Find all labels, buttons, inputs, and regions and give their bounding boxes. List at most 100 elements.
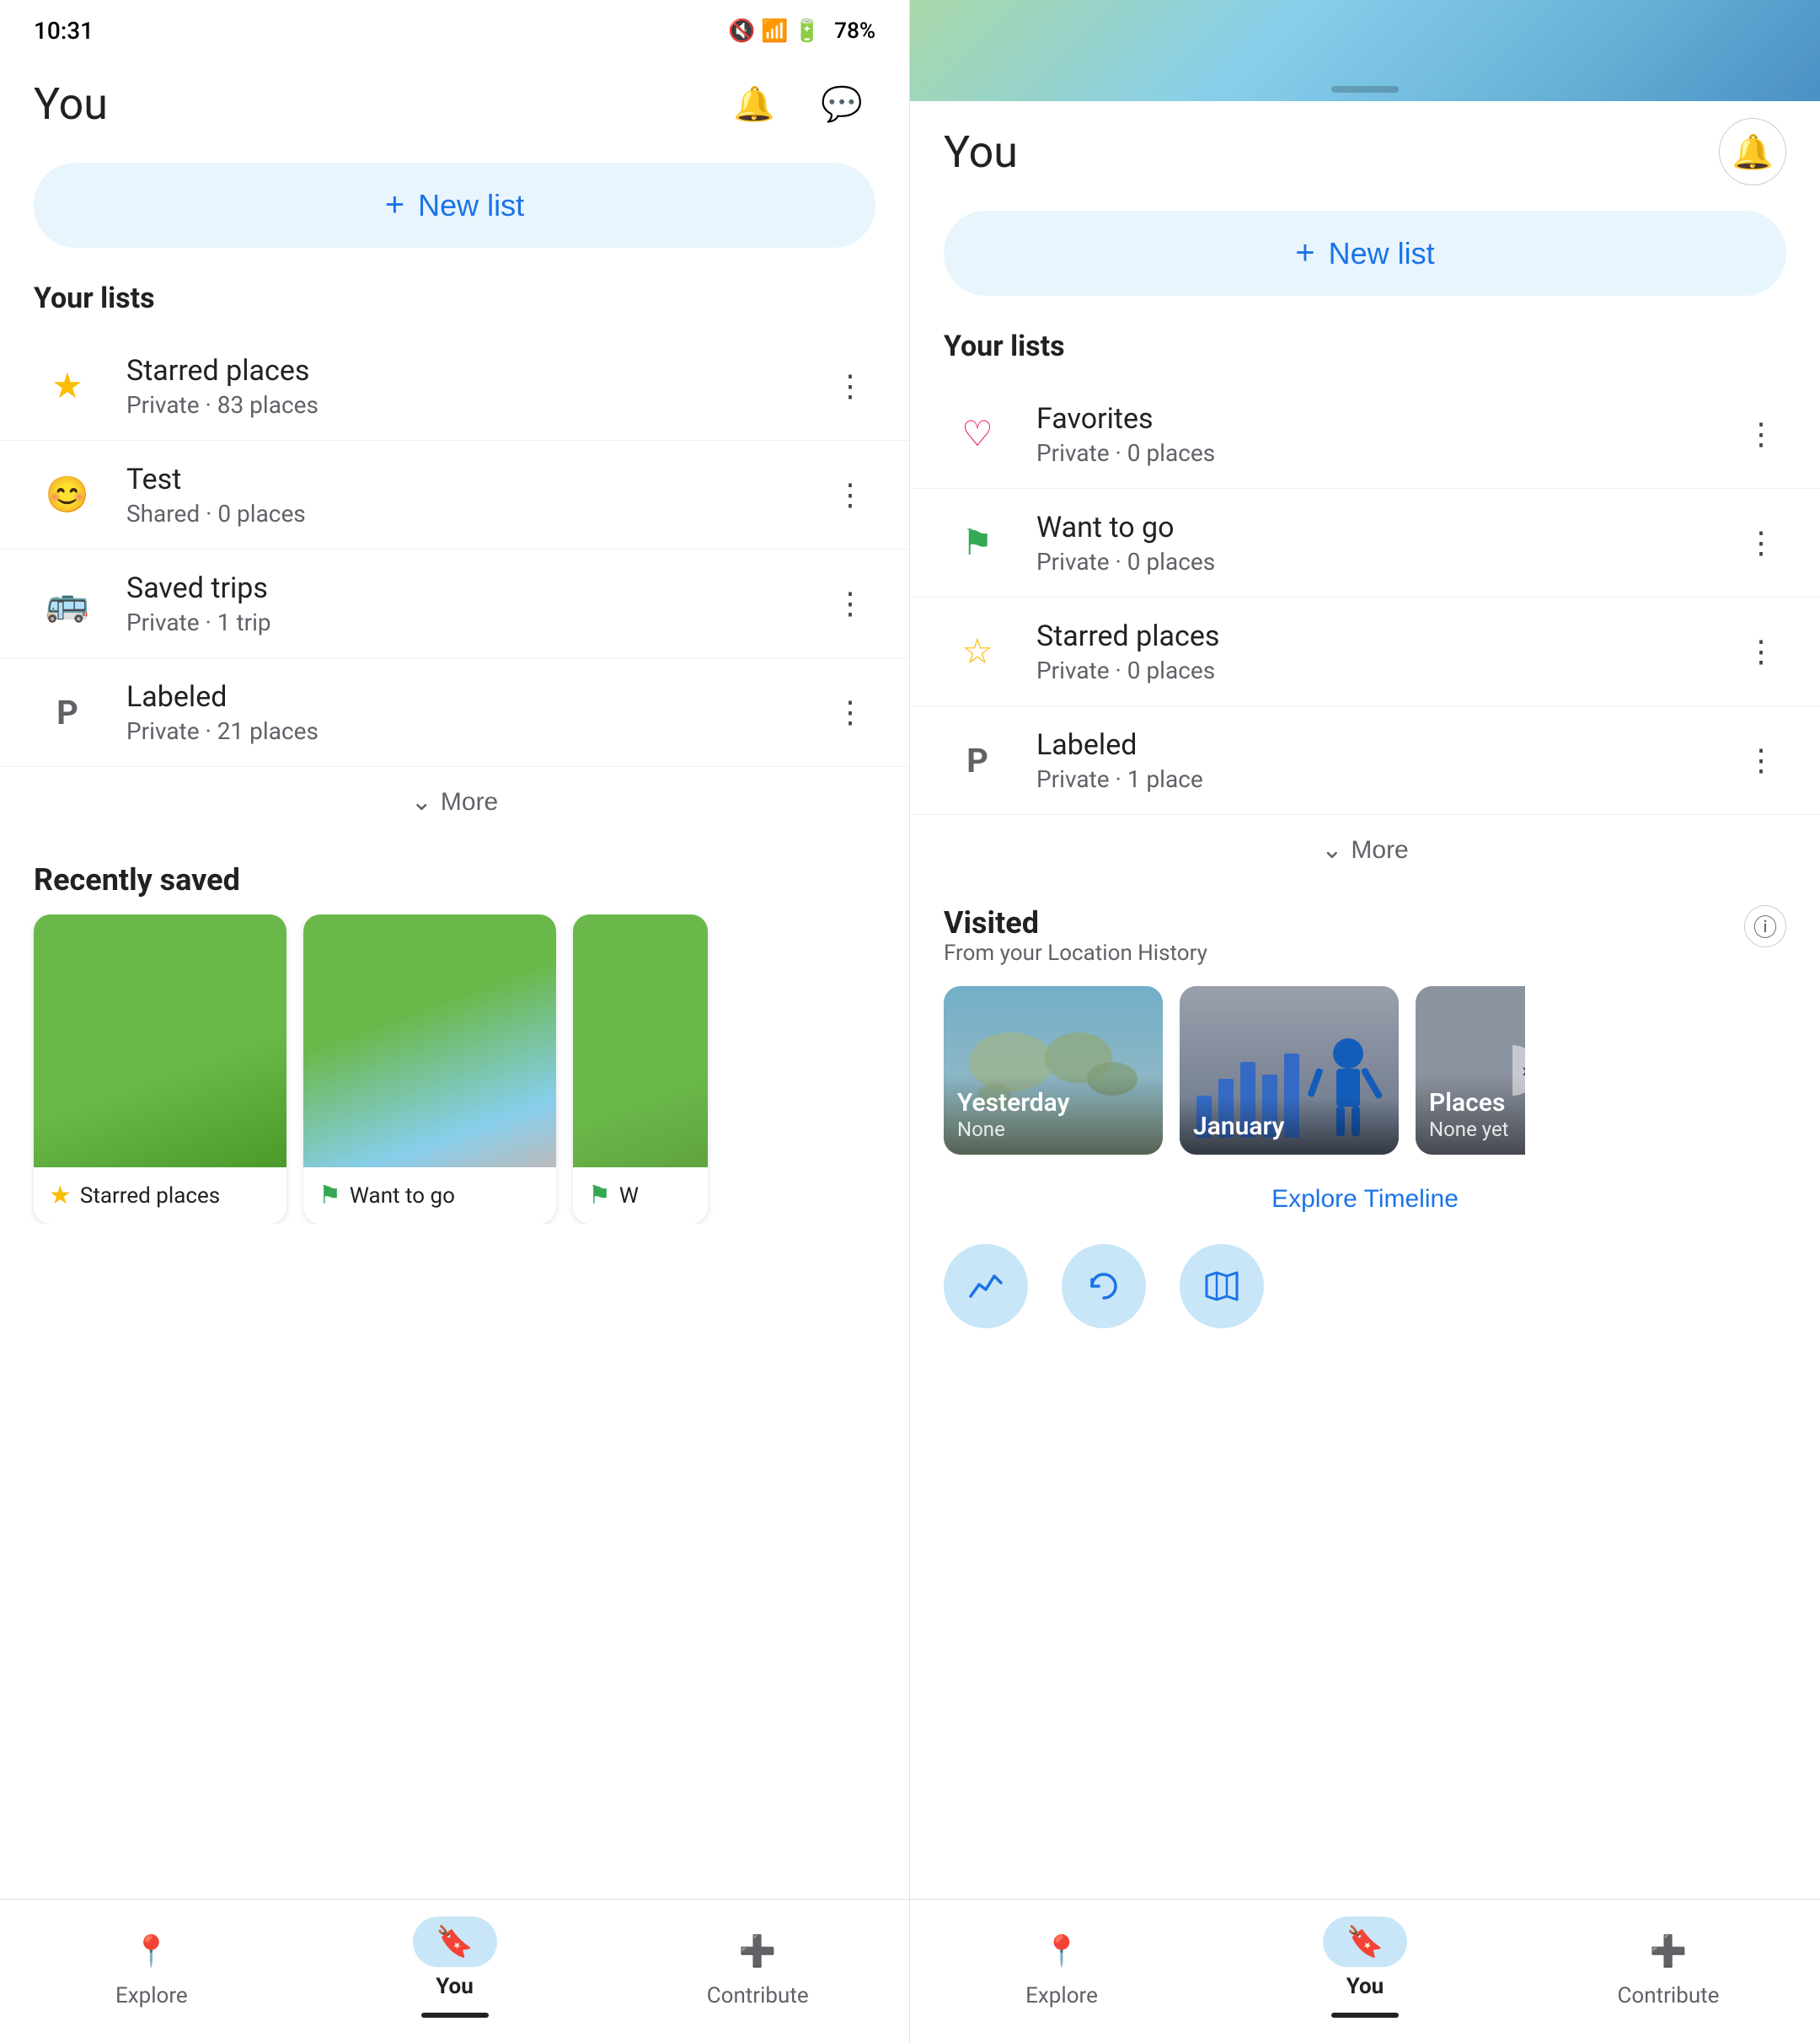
- card-third[interactable]: ⚑ W: [573, 914, 708, 1224]
- left-header: You 🔔 💬: [0, 53, 909, 154]
- right-explore-label: Explore: [1025, 1983, 1098, 2008]
- list-item-saved-trips[interactable]: 🚌 Saved trips Private · 1 trip ⋮: [0, 550, 909, 658]
- visited-card-yesterday-title: Yesterday: [957, 1088, 1149, 1118]
- labeled-name: Labeled: [126, 680, 825, 714]
- starred-more-button[interactable]: ⋮: [825, 361, 875, 411]
- visited-card-january[interactable]: January: [1180, 986, 1399, 1155]
- right-more-label: More: [1351, 836, 1408, 865]
- right-new-list-label: New list: [1329, 236, 1435, 271]
- card-starred[interactable]: ★ Starred places: [34, 914, 286, 1224]
- starred-name: Starred places: [126, 354, 825, 388]
- chevron-down-icon: ⌄: [411, 787, 432, 817]
- visited-title: Visited: [944, 905, 1207, 941]
- right-contribute-icon-wrap: ➕: [1626, 1926, 1710, 1976]
- mini-icons-row: [910, 1231, 1820, 1342]
- visited-card-january-title: January: [1193, 1112, 1385, 1141]
- visited-card-places-overlay: Places None yet: [1416, 1075, 1525, 1155]
- right-explore-icon-wrap: 📍: [1020, 1926, 1104, 1976]
- right-more-button[interactable]: ⌄ More: [910, 815, 1820, 885]
- status-icons: 🔇 📶 🔋: [728, 19, 821, 44]
- explore-timeline-button[interactable]: Explore Timeline: [910, 1168, 1820, 1231]
- right-chevron-down-icon: ⌄: [1321, 835, 1342, 865]
- right-notification-button[interactable]: 🔔: [1719, 118, 1786, 185]
- test-info: Test Shared · 0 places: [126, 463, 825, 528]
- right-want-to-go-more-button[interactable]: ⋮: [1736, 517, 1786, 568]
- map-handle: [1331, 86, 1399, 93]
- test-more-button[interactable]: ⋮: [825, 469, 875, 520]
- contribute-label: Contribute: [707, 1983, 809, 2008]
- saved-trips-name: Saved trips: [126, 571, 825, 605]
- right-header-icons: 🔔: [1719, 118, 1786, 185]
- right-new-list-button[interactable]: + New list: [944, 211, 1786, 296]
- message-button[interactable]: 💬: [808, 70, 875, 137]
- right-nav-active-indicator: [1331, 2013, 1399, 2018]
- labeled-info: Labeled Private · 21 places: [126, 680, 825, 745]
- nav-you[interactable]: 🔖 You: [303, 1917, 607, 2018]
- visited-text-group: Visited From your Location History: [944, 905, 1207, 966]
- right-contribute-icon: ➕: [1650, 1933, 1688, 1969]
- right-labeled-icon: P: [944, 727, 1011, 794]
- battery-percent: 78%: [834, 19, 875, 44]
- card-third-image: [573, 914, 708, 1167]
- right-you-label: You: [1346, 1974, 1384, 1999]
- status-time: 10:31: [34, 17, 94, 45]
- mini-icon-refresh[interactable]: [1062, 1244, 1146, 1328]
- right-starred-more-button[interactable]: ⋮: [1736, 626, 1786, 677]
- right-labeled-more-button[interactable]: ⋮: [1736, 735, 1786, 786]
- right-your-lists-title: Your lists: [910, 321, 1820, 380]
- saved-trips-more-button[interactable]: ⋮: [825, 578, 875, 629]
- card-want-to-go-text: Want to go: [350, 1183, 455, 1209]
- card-starred-label: ★ Starred places: [34, 1167, 286, 1224]
- more-button[interactable]: ⌄ More: [0, 767, 909, 837]
- labeled-more-button[interactable]: ⋮: [825, 687, 875, 737]
- right-bottom-nav: 📍 Explore 🔖 You ➕ Contribute: [910, 1899, 1820, 2043]
- right-list-item-favorites[interactable]: ♡ Favorites Private · 0 places ⋮: [910, 380, 1820, 489]
- you-icon: 🔖: [436, 1924, 474, 1960]
- card-want-to-go-label: ⚑ Want to go: [303, 1167, 556, 1224]
- right-list-item-want-to-go[interactable]: ⚑ Want to go Private · 0 places ⋮: [910, 489, 1820, 598]
- card-third-label: ⚑ W: [573, 1167, 708, 1224]
- card-starred-image: [34, 914, 286, 1167]
- card-want-to-go-image: [303, 914, 556, 1167]
- notification-button[interactable]: 🔔: [720, 70, 788, 137]
- right-plus-icon: +: [1295, 234, 1314, 272]
- labeled-sub: Private · 21 places: [126, 717, 825, 745]
- mini-icon-trend[interactable]: [944, 1244, 1028, 1328]
- starred-info: Starred places Private · 83 places: [126, 354, 825, 419]
- right-nav-contribute[interactable]: ➕ Contribute: [1517, 1926, 1820, 2008]
- recently-saved-cards: ★ Starred places ⚑ Want to go ⚑ W: [0, 914, 909, 1224]
- right-nav-you[interactable]: 🔖 You: [1213, 1917, 1517, 2018]
- right-page-title: You: [944, 126, 1018, 178]
- visited-card-yesterday[interactable]: Yesterday None: [944, 986, 1163, 1155]
- list-item-labeled[interactable]: P Labeled Private · 21 places ⋮: [0, 658, 909, 767]
- new-list-label: New list: [418, 188, 524, 223]
- you-icon-wrap: 🔖: [413, 1917, 497, 1967]
- favorites-more-button[interactable]: ⋮: [1736, 409, 1786, 459]
- explore-icon-wrap: 📍: [110, 1926, 194, 1976]
- right-contribute-label: Contribute: [1618, 1983, 1720, 2008]
- visited-info-button[interactable]: ⓘ: [1744, 905, 1786, 947]
- right-want-to-go-info: Want to go Private · 0 places: [1036, 511, 1736, 576]
- card-want-to-go[interactable]: ⚑ Want to go: [303, 914, 556, 1224]
- card-starred-text: Starred places: [80, 1183, 220, 1209]
- nav-contribute[interactable]: ➕ Contribute: [606, 1926, 909, 2008]
- list-item-starred[interactable]: ★ Starred places Private · 83 places ⋮: [0, 332, 909, 441]
- plus-icon: +: [385, 186, 404, 224]
- mini-icon-map[interactable]: [1180, 1244, 1264, 1328]
- right-you-icon-wrap: 🔖: [1323, 1917, 1407, 1967]
- nav-explore[interactable]: 📍 Explore: [0, 1926, 303, 2008]
- right-nav-explore[interactable]: 📍 Explore: [910, 1926, 1213, 2008]
- saved-trips-info: Saved trips Private · 1 trip: [126, 571, 825, 636]
- list-item-test[interactable]: 😊 Test Shared · 0 places ⋮: [0, 441, 909, 550]
- explore-timeline-label: Explore Timeline: [1271, 1185, 1459, 1214]
- right-list-item-labeled[interactable]: P Labeled Private · 1 place ⋮: [910, 706, 1820, 815]
- contribute-icon: ➕: [739, 1933, 777, 1969]
- saved-trips-icon: 🚌: [34, 570, 101, 637]
- more-label: More: [441, 788, 498, 817]
- right-starred-sub: Private · 0 places: [1036, 657, 1736, 684]
- new-list-button[interactable]: + New list: [34, 163, 875, 248]
- visited-card-places[interactable]: Places None yet ›: [1416, 986, 1525, 1155]
- visited-cards: Yesterday None: [910, 973, 1820, 1168]
- favorites-sub: Private · 0 places: [1036, 439, 1736, 467]
- right-list-item-starred[interactable]: ☆ Starred places Private · 0 places ⋮: [910, 598, 1820, 706]
